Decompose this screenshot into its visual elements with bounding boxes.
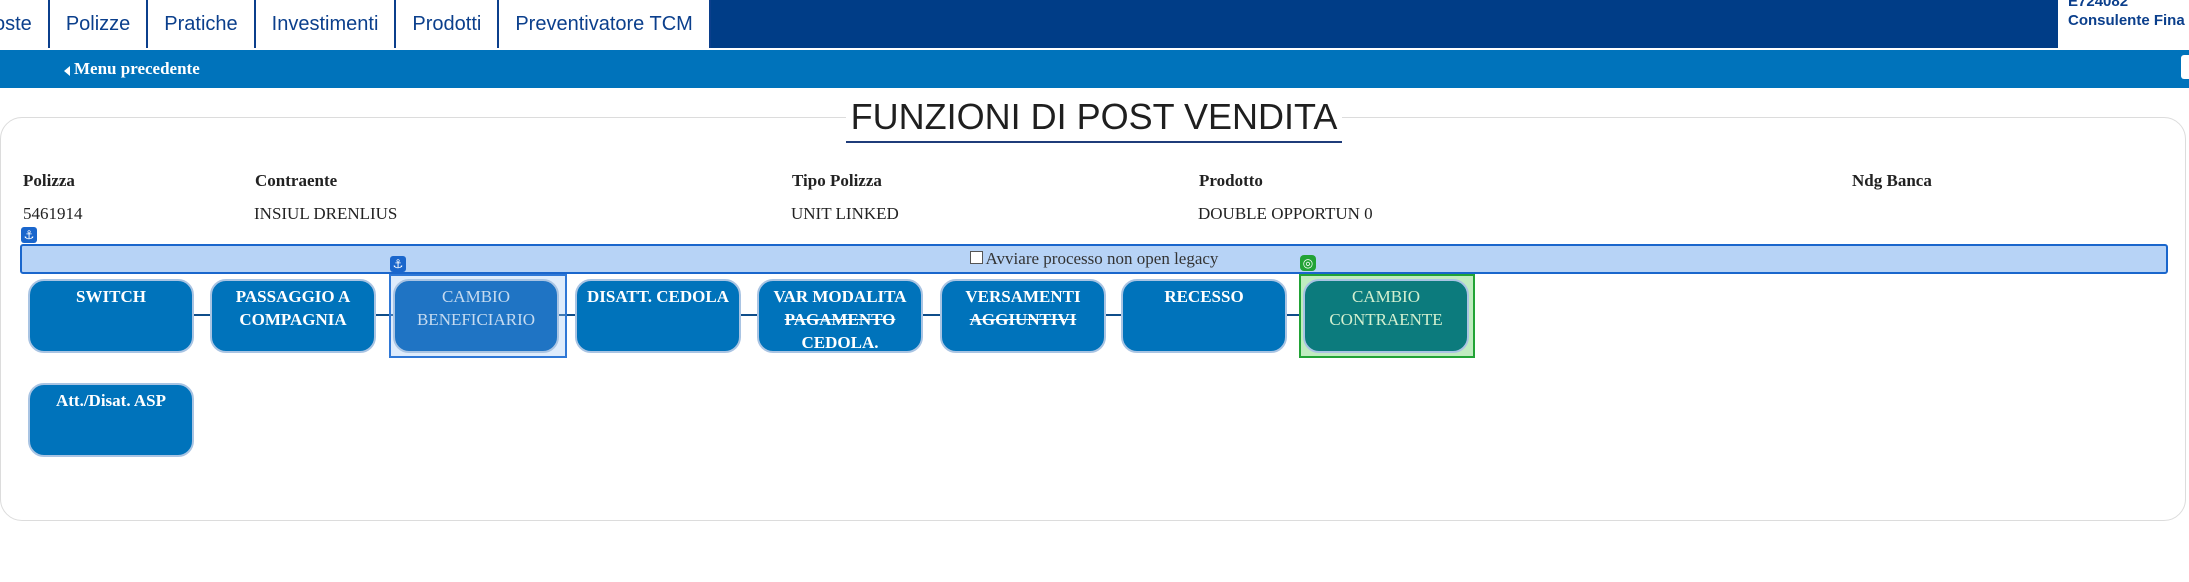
- header-ndg-banca: Ndg Banca: [1852, 171, 1932, 190]
- var-modalita-line-2: PAGAMENTO: [784, 310, 896, 329]
- nav-tab-pratiche[interactable]: Pratiche: [148, 0, 256, 48]
- recesso-button[interactable]: RECESSO: [1121, 279, 1287, 353]
- top-navigation: oste Polizze Pratiche Investimenti Prodo…: [0, 0, 2189, 48]
- anchor-icon: ⚓: [390, 256, 406, 272]
- header-polizza: Polizza: [23, 171, 75, 190]
- header-tipo-polizza: Tipo Polizza: [792, 171, 882, 190]
- legacy-process-checkbox[interactable]: [969, 250, 983, 264]
- cambio-beneficiario-button[interactable]: CAMBIO BENEFICIARIO: [393, 279, 559, 353]
- header-contraente: Contraente: [255, 171, 338, 190]
- user-info: E724082 Consulente Fina: [2058, 0, 2189, 48]
- nav-tab-investimenti[interactable]: Investimenti: [255, 0, 397, 48]
- asp-button[interactable]: Att./Disat. ASP: [28, 383, 194, 457]
- var-modalita-pagamento-cedola-button[interactable]: VAR MODALITA PAGAMENTO CEDOLA.: [757, 279, 923, 353]
- asp-label: Att./Disat. ASP: [55, 391, 167, 410]
- anchor-icon: ⚓: [21, 227, 37, 243]
- versamenti-line-2: AGGIUNTIVI: [969, 310, 1077, 329]
- legacy-process-label: Avviare processo non open legacy: [985, 249, 1219, 268]
- passaggio-compagnia-label: PASSAGGIO A COMPAGNIA: [235, 287, 351, 329]
- value-polizza: 5461914: [23, 204, 83, 223]
- legacy-process-bar: Avviare processo non open legacy: [20, 244, 2168, 274]
- target-icon: ◎: [1300, 255, 1316, 271]
- value-tipo-polizza: UNIT LINKED: [791, 204, 899, 223]
- back-link-label: Menu precedente: [74, 59, 200, 78]
- passaggio-compagnia-button[interactable]: PASSAGGIO A COMPAGNIA: [210, 279, 376, 353]
- switch-button-label: SWITCH: [76, 287, 146, 306]
- page-title: FUNZIONI DI POST VENDITA: [846, 93, 1342, 143]
- nav-tab-proposte[interactable]: oste: [0, 0, 50, 48]
- recesso-label: RECESSO: [1164, 287, 1244, 306]
- sub-navigation: Menu precedente: [0, 50, 2189, 88]
- nav-tab-preventivatore-tcm[interactable]: Preventivatore TCM: [499, 0, 711, 48]
- user-role: Consulente Fina: [2068, 12, 2185, 29]
- nav-tab-polizze[interactable]: Polizze: [49, 0, 149, 48]
- header-prodotto: Prodotto: [1199, 171, 1263, 190]
- versamenti-line-1: VERSAMENTI: [965, 287, 1081, 306]
- cambio-beneficiario-label: CAMBIO BENEFICIARIO: [416, 287, 536, 329]
- user-id: E724082: [2068, 0, 2129, 10]
- disatt-cedola-button[interactable]: DISATT. CEDOLA: [575, 279, 741, 353]
- nav-tab-prodotti[interactable]: Prodotti: [396, 0, 500, 48]
- main-menu: oste Polizze Pratiche Investimenti Prodo…: [0, 0, 711, 48]
- versamenti-aggiuntivi-button[interactable]: VERSAMENTI AGGIUNTIVI: [940, 279, 1106, 353]
- var-modalita-line-1: VAR MODALITA: [773, 287, 907, 306]
- var-modalita-line-3: CEDOLA.: [801, 333, 879, 352]
- cambio-contraente-button[interactable]: CAMBIO CONTRAENTE: [1303, 279, 1469, 353]
- back-link[interactable]: Menu precedente: [64, 50, 200, 88]
- caret-left-icon: [64, 65, 70, 76]
- value-prodotto: DOUBLE OPPORTUN 0: [1198, 204, 1373, 223]
- value-contraente: INSIUL DRENLIUS: [254, 204, 398, 223]
- disatt-cedola-label: DISATT. CEDOLA: [586, 287, 729, 306]
- cambio-contraente-label: CAMBIO CONTRAENTE: [1329, 287, 1443, 329]
- switch-button[interactable]: SWITCH: [28, 279, 194, 353]
- sub-navigation-control[interactable]: [2181, 55, 2189, 79]
